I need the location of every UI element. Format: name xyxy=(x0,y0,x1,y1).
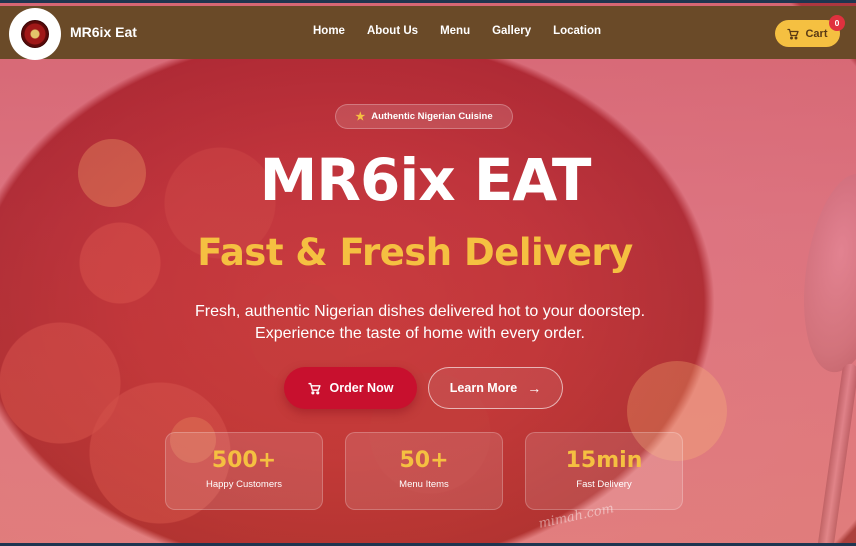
cart-count-badge: 0 xyxy=(829,15,845,31)
stat-card-delivery: 15min Fast Delivery xyxy=(525,432,683,510)
brand-logo-emblem xyxy=(21,20,49,48)
navbar: MR6ix Eat Home About Us Menu Gallery Loc… xyxy=(0,6,856,60)
nav-links: Home About Us Menu Gallery Location xyxy=(313,25,623,37)
learn-more-label: Learn More xyxy=(449,381,518,395)
hero-description: Fresh, authentic Nigerian dishes deliver… xyxy=(194,303,646,342)
stat-value: 50+ xyxy=(399,448,449,473)
cuisine-badge: ★ Authentic Nigerian Cuisine xyxy=(335,104,513,129)
brand-logo[interactable] xyxy=(9,8,61,60)
cuisine-badge-label: Authentic Nigerian Cuisine xyxy=(371,111,493,122)
nav-link-about-us[interactable]: About Us xyxy=(367,25,418,37)
nav-link-gallery[interactable]: Gallery xyxy=(492,25,531,37)
order-now-button[interactable]: Order Now xyxy=(284,367,417,409)
nav-link-location[interactable]: Location xyxy=(553,25,601,37)
cart-label: Cart xyxy=(805,27,828,40)
brand-name[interactable]: MR6ix Eat xyxy=(70,24,137,40)
cart-icon xyxy=(307,382,321,394)
order-now-label: Order Now xyxy=(329,381,394,395)
hero-title: MR6ix EAT xyxy=(259,146,592,214)
page: mimah.com MR6ix Eat Home About Us Menu G… xyxy=(0,0,856,546)
star-icon: ★ xyxy=(355,111,366,123)
stat-value: 15min xyxy=(565,448,643,473)
stat-label: Menu Items xyxy=(399,479,449,490)
stat-label: Happy Customers xyxy=(205,479,283,490)
nav-link-menu[interactable]: Menu xyxy=(440,25,470,37)
arrow-right-icon: → xyxy=(527,380,542,396)
stat-card-customers: 500+ Happy Customers xyxy=(165,432,323,510)
stat-card-menu-items: 50+ Menu Items xyxy=(345,432,503,510)
stat-value: 500+ xyxy=(211,448,277,473)
learn-more-button[interactable]: Learn More → xyxy=(428,367,563,409)
nav-link-home[interactable]: Home xyxy=(313,25,345,37)
cart-icon xyxy=(787,28,800,39)
stat-label: Fast Delivery xyxy=(576,479,632,490)
hero-subtitle: Fast & Fresh Delivery xyxy=(197,231,633,274)
